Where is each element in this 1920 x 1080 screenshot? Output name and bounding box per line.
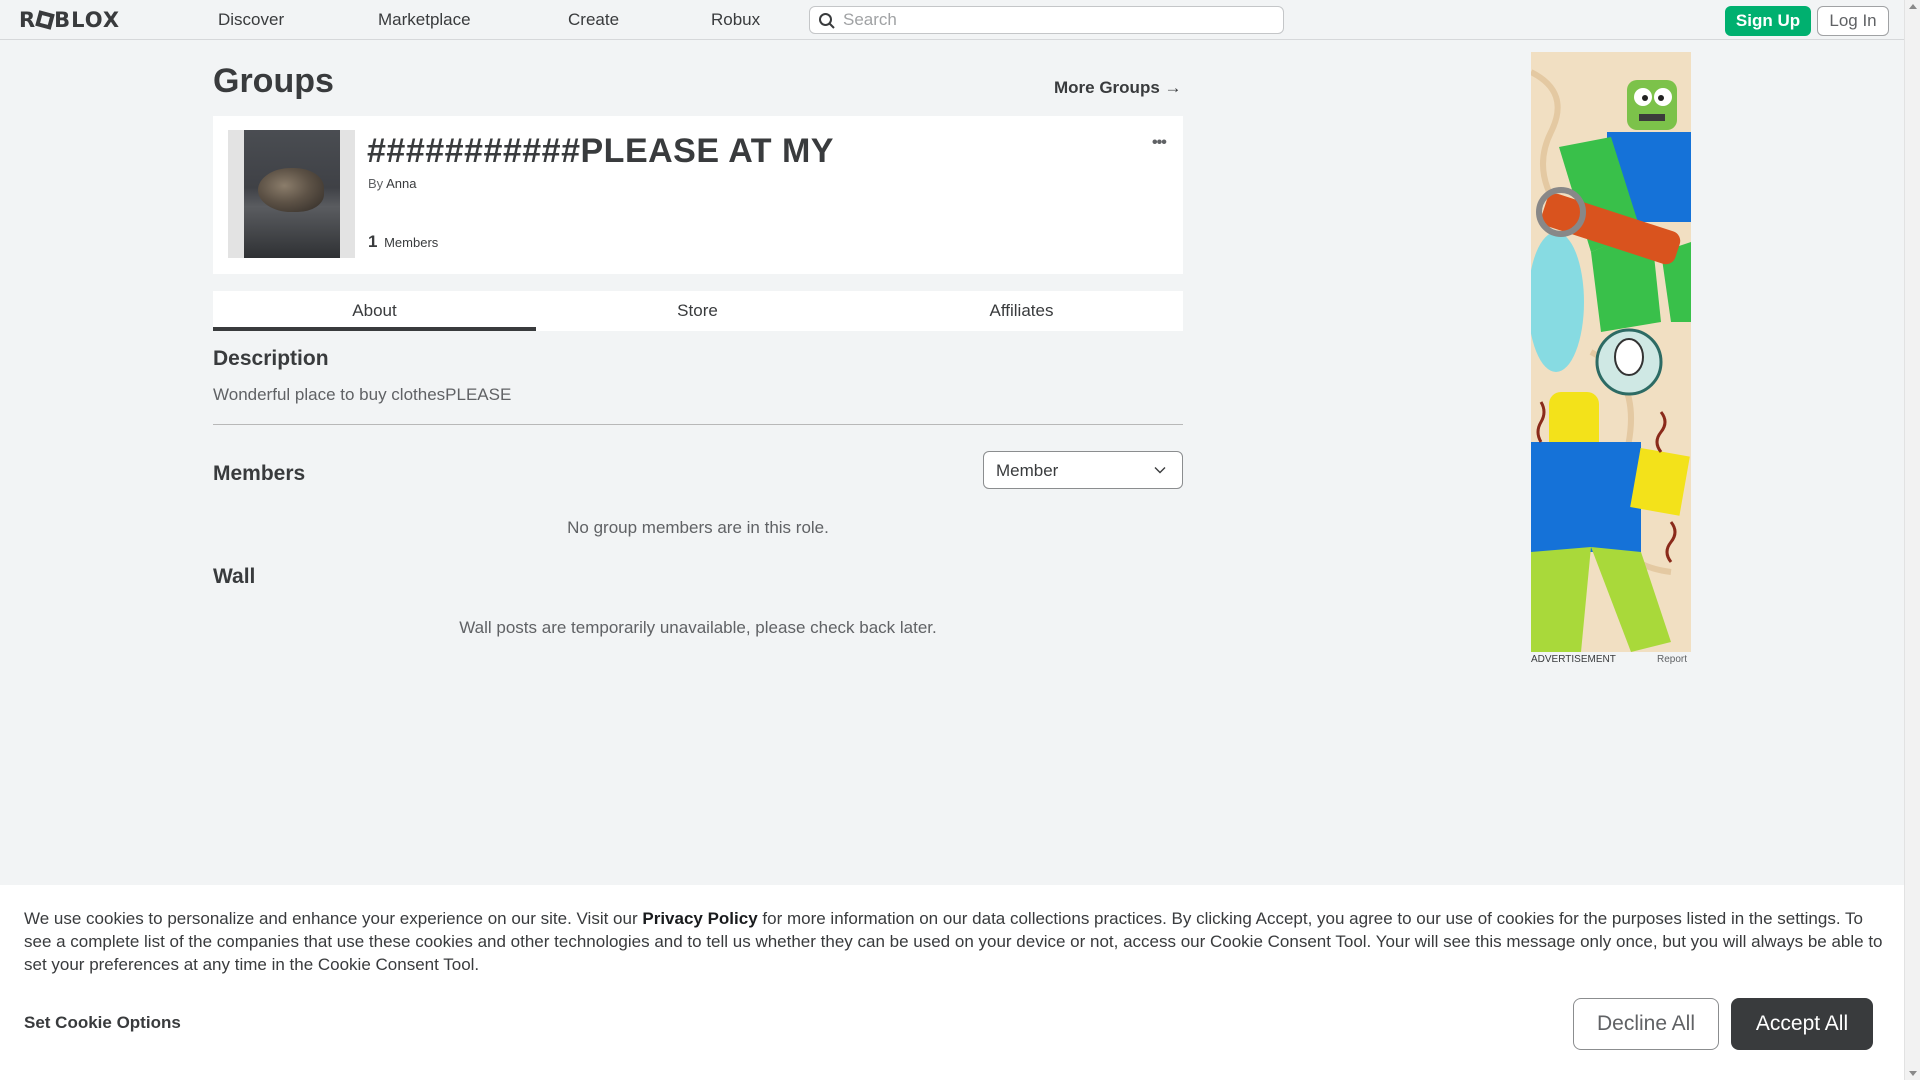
ad-report-link[interactable]: Report [1657, 654, 1687, 665]
nav-robux-link[interactable]: Robux [711, 10, 760, 30]
wall-heading: Wall [213, 565, 256, 588]
group-name: ###########PLEASE AT MY [367, 132, 834, 170]
members-heading: Members [213, 462, 306, 485]
group-emblem [228, 130, 355, 258]
scroll-up-arrow-icon[interactable] [1909, 4, 1917, 9]
search-box [809, 6, 1284, 34]
more-options-icon[interactable]: ••• [1152, 134, 1167, 152]
group-tabs: About Store Affiliates [213, 291, 1183, 331]
group-emblem-image [244, 130, 340, 258]
member-count-label: Members [384, 235, 439, 250]
privacy-policy-link[interactable]: Privacy Policy [642, 909, 757, 928]
scroll-down-arrow-icon[interactable] [1909, 1071, 1917, 1076]
tab-store[interactable]: Store [536, 291, 859, 331]
roblox-logo[interactable]: R BLOX [19, 8, 120, 32]
more-groups-link[interactable]: More Groups → [1054, 78, 1182, 98]
group-owner-link[interactable]: Anna [386, 176, 416, 191]
cat-photo [258, 168, 324, 212]
logo-o-icon [35, 10, 55, 30]
sign-up-button[interactable]: Sign Up [1725, 6, 1811, 36]
set-cookie-options-link[interactable]: Set Cookie Options [24, 1013, 181, 1033]
group-owner-line: By Anna [368, 176, 416, 191]
top-navigation-bar: R BLOX Discover Marketplace Create Robux … [0, 0, 1904, 40]
by-label: By [368, 176, 384, 191]
chevron-down-icon [1154, 467, 1166, 474]
cookie-message: We use cookies to personalize and enhanc… [24, 907, 1886, 976]
search-icon [819, 13, 835, 29]
cookie-text-before: We use cookies to personalize and enhanc… [24, 909, 643, 928]
group-description: Wonderful place to buy clothesPLEASE [213, 385, 512, 404]
group-header-card: ###########PLEASE AT MY By Anna 1 Member… [213, 116, 1183, 274]
role-dropdown-value: Member [996, 461, 1059, 480]
nav-discover-link[interactable]: Discover [218, 10, 284, 30]
advertisement-label: ADVERTISEMENT [1531, 654, 1616, 665]
wall-unavailable-message: Wall posts are temporarily unavailable, … [459, 618, 937, 637]
section-divider [213, 424, 1183, 425]
description-heading: Description [213, 347, 329, 370]
log-in-button[interactable]: Log In [1817, 6, 1889, 36]
logo-letter: R [19, 8, 37, 32]
search-input[interactable] [843, 10, 1273, 30]
nav-marketplace-link[interactable]: Marketplace [378, 10, 471, 30]
decline-all-button[interactable]: Decline All [1573, 998, 1719, 1050]
nav-create-link[interactable]: Create [568, 10, 619, 30]
page-title: Groups [213, 62, 334, 100]
tab-about[interactable]: About [213, 291, 536, 331]
ad-artwork [1531, 52, 1691, 652]
cookie-consent-banner: We use cookies to personalize and enhanc… [0, 885, 1904, 1080]
member-count-value: 1 [368, 232, 378, 251]
logo-letters: BLOX [54, 8, 121, 32]
accept-all-button[interactable]: Accept All [1731, 998, 1873, 1050]
tab-affiliates[interactable]: Affiliates [860, 291, 1183, 331]
role-dropdown[interactable]: Member [983, 451, 1183, 489]
page-scrollbar[interactable] [1904, 0, 1920, 1080]
group-member-count: 1 Members [368, 232, 438, 252]
advertisement-banner[interactable] [1531, 52, 1691, 652]
no-members-message: No group members are in this role. [567, 518, 829, 537]
